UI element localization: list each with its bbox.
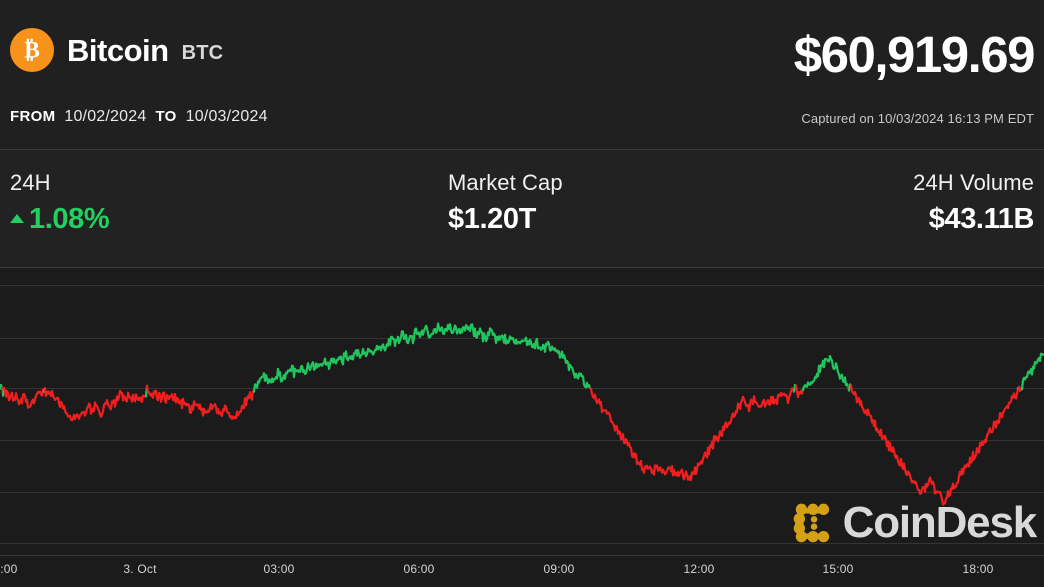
- to-date: 10/03/2024: [185, 108, 268, 125]
- stat-24h-volume: 24H Volume $43.11B: [913, 169, 1034, 238]
- x-axis-tick-label: 03:00: [263, 562, 295, 576]
- price-line-segment: [794, 384, 805, 399]
- stat-market-cap: Market Cap $1.20T: [448, 169, 563, 238]
- triangle-up-icon: [10, 213, 24, 223]
- coin-ticker: BTC: [181, 41, 224, 64]
- x-axis-tick-label: 12:00: [683, 562, 715, 576]
- stat-value: $1.20T: [448, 202, 536, 235]
- stat-value-wrap: 1.08%: [10, 201, 110, 239]
- stat-value: 1.08%: [29, 202, 110, 235]
- stat-value: $43.11B: [928, 202, 1035, 235]
- x-axis-tick-label: 18:00: [962, 562, 994, 576]
- price-line-segment: [145, 384, 256, 420]
- to-label: TO: [155, 108, 177, 125]
- stats-bar: 24H 1.08% Market Cap $1.20T 24H Volume $…: [0, 151, 1044, 268]
- price-line-segment: [43, 386, 148, 422]
- coindesk-wordmark: CoinDesk: [842, 498, 1038, 547]
- captured-timestamp: Captured on 10/03/2024 16:13 PM EDT: [801, 111, 1034, 126]
- price-line-segment: [252, 322, 592, 393]
- price-chart[interactable]: 000000 00:003. Oct03:0006:0009:0012:0015…: [0, 269, 1044, 587]
- title-row: ₿ Bitcoin BTC $60,919.69: [0, 26, 1044, 90]
- price-line-segment: [1020, 352, 1044, 391]
- price-line-segment: [849, 384, 1020, 506]
- from-label: FROM: [10, 108, 56, 125]
- coindesk-mark-icon: [793, 503, 829, 543]
- stat-label: 24H Volume: [913, 170, 1034, 195]
- x-axis-tick-label: 3. Oct: [123, 562, 157, 576]
- stat-24h-change: 24H 1.08%: [10, 169, 110, 239]
- coin-name: Bitcoin: [67, 32, 169, 68]
- x-axis-tick-label: 15:00: [822, 562, 854, 576]
- svg-text:₿: ₿: [24, 38, 40, 64]
- price-line-segment: [2, 386, 46, 409]
- stat-label: 24H: [10, 170, 51, 195]
- x-axis-tick-label: 06:00: [403, 562, 435, 576]
- x-axis-tick-label: 00:00: [0, 562, 18, 576]
- price-line-series: [0, 322, 1044, 506]
- stat-label: Market Cap: [448, 170, 563, 195]
- meta-row: FROM 10/02/2024 TO 10/03/2024 Captured o…: [0, 108, 1044, 136]
- coin-identity: ₿ Bitcoin BTC: [10, 28, 223, 72]
- from-date: 10/02/2024: [64, 108, 147, 125]
- price-line-segment: [801, 354, 850, 392]
- price-line-segment: [588, 386, 796, 482]
- bitcoin-logo-icon: ₿: [10, 28, 54, 72]
- page-header: ₿ Bitcoin BTC $60,919.69 FROM 10/02/2024…: [0, 0, 1044, 150]
- current-price: $60,919.69: [793, 26, 1036, 83]
- x-axis-tick-label: 09:00: [543, 562, 575, 576]
- date-range: FROM 10/02/2024 TO 10/03/2024: [10, 108, 268, 126]
- coindesk-logo: CoinDesk: [792, 498, 1038, 547]
- chart-x-axis-line: [0, 555, 1044, 556]
